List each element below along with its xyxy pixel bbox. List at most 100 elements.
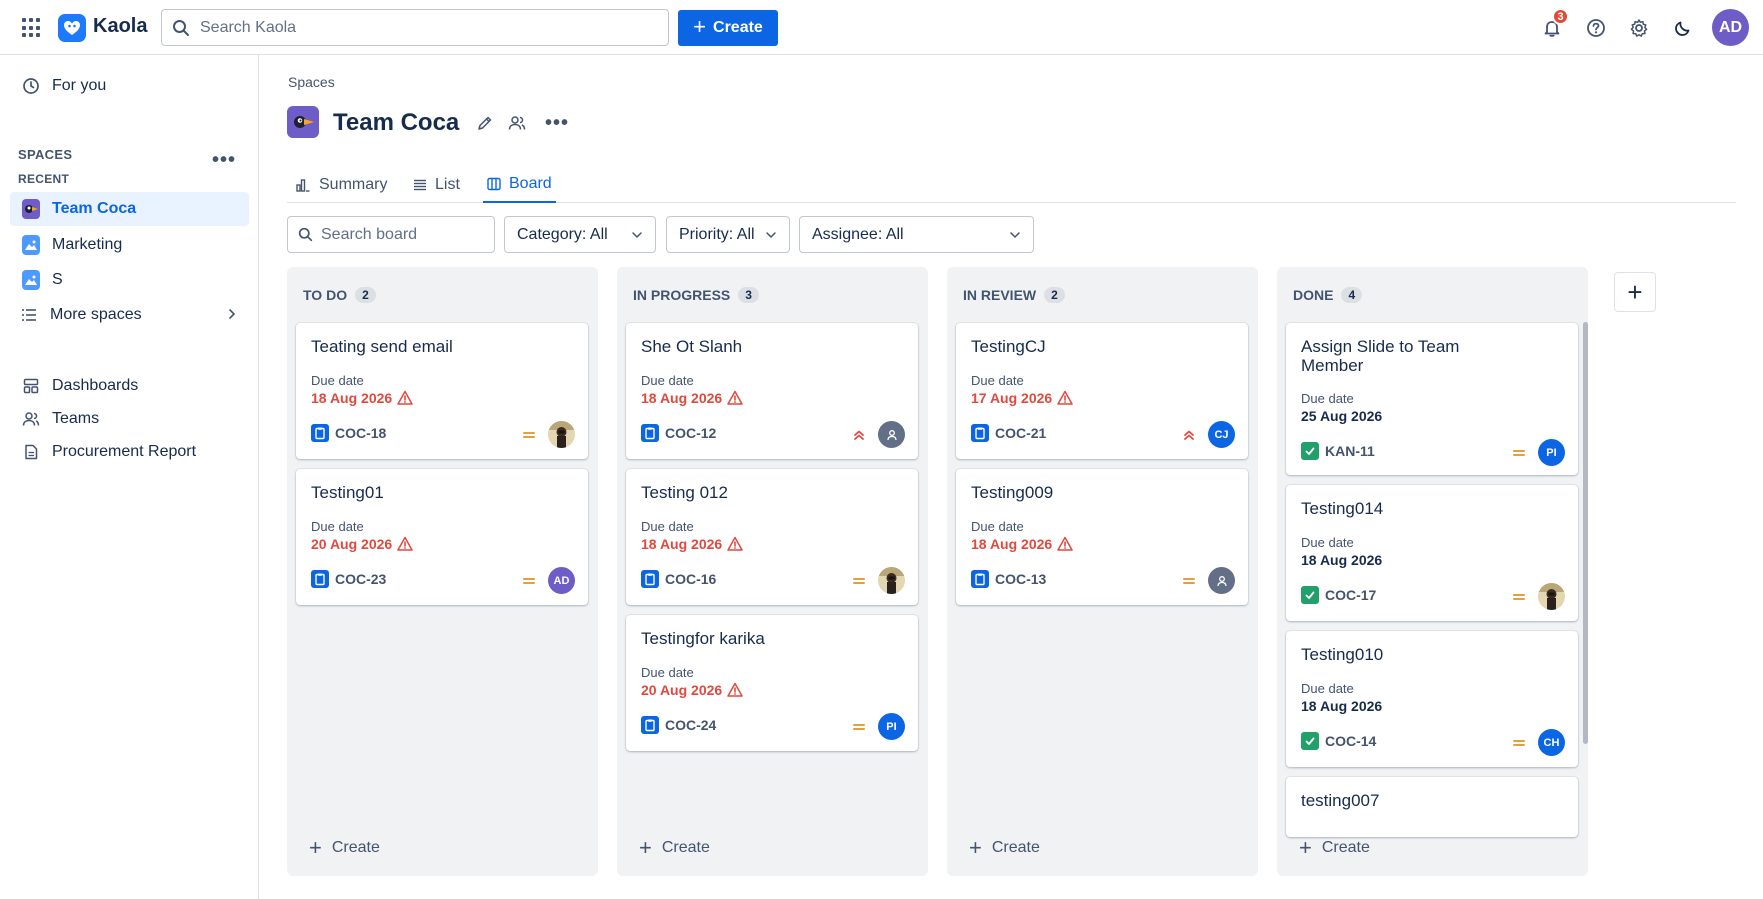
dashboard-icon [22,377,40,395]
edit-title-button[interactable] [474,112,496,134]
more-actions-icon[interactable]: ••• [543,112,571,134]
due-date-label: Due date [971,519,1024,534]
assignee-avatar-photo[interactable] [1538,583,1565,610]
global-search[interactable] [161,9,669,46]
due-date-value: 18 Aug 2026 [641,390,743,406]
priority-high-icon [1182,428,1196,442]
issue-key[interactable]: COC-17 [1301,586,1376,604]
tab-summary[interactable]: Summary [291,166,391,203]
assignee-filter[interactable]: Assignee: All [799,216,1034,253]
unassigned-avatar-icon[interactable] [878,421,905,448]
sidebar-item-dashboards[interactable]: Dashboards [10,369,249,403]
plus-icon: + [639,835,652,860]
due-date-text: 18 Aug 2026 [641,390,723,406]
global-search-input[interactable] [200,18,640,37]
assignee-avatar[interactable]: CJ [1208,421,1235,448]
user-avatar[interactable]: AD [1712,9,1749,46]
tab-list[interactable]: List [409,166,464,203]
issue-key[interactable]: COC-12 [641,424,716,442]
due-date-text: 17 Aug 2026 [971,390,1053,406]
assignee-avatar[interactable]: PI [1538,439,1565,466]
issue-card[interactable]: TestingCJ Due date 17 Aug 2026 COC-21 CJ [956,323,1248,459]
column-create-button[interactable]: + Create [309,837,380,859]
done-column-scrollbar[interactable] [1583,322,1588,744]
chart-icon [296,178,310,192]
sidebar-item-s[interactable]: S [10,263,249,297]
issue-card[interactable]: Assign Slide to Team Member Due date 25 Au… [1286,323,1578,475]
assignee-avatar[interactable]: CH [1538,729,1565,756]
tab-board[interactable]: Board [483,166,556,203]
card-title: Testing010 [1301,645,1384,664]
issue-card[interactable]: Testing01 Due date 20 Aug 2026 COC-23 AD [296,469,588,605]
sidebar-item-label: S [52,271,63,288]
sidebar-item-teams[interactable]: Teams [10,402,249,436]
due-date-label: Due date [1301,535,1354,550]
issue-card[interactable]: She Ot Slanh Due date 18 Aug 2026 COC-12 [626,323,918,459]
create-button[interactable]: + Create [678,10,778,46]
plus-icon: + [693,14,707,39]
issue-key[interactable]: COC-16 [641,570,716,588]
category-filter[interactable]: Category: All [504,216,656,253]
theme-toggle-button[interactable] [1669,14,1697,42]
create-label: Create [331,839,380,856]
due-date-value: 25 Aug 2026 [1301,408,1382,424]
sidebar-item-label: Marketing [52,236,123,253]
column-create-button[interactable]: + Create [1299,837,1370,859]
issue-card[interactable]: Testing010 Due date 18 Aug 2026 COC-14 CH [1286,631,1578,767]
issue-card[interactable]: Teating send email Due date 18 Aug 2026 COC… [296,323,588,459]
breadcrumb[interactable]: Spaces [288,74,335,90]
kaola-logo-icon[interactable] [58,14,86,42]
column-create-button[interactable]: + Create [969,837,1040,859]
people-icon [22,410,40,428]
due-date-label: Due date [1301,681,1354,696]
issue-key[interactable]: COC-23 [311,570,386,588]
notifications-button[interactable]: 3 [1538,8,1569,42]
people-icon [508,116,526,130]
issue-card[interactable]: Testingfor karika Due date 20 Aug 2026 COC-… [626,615,918,751]
issue-key[interactable]: COC-18 [311,424,386,442]
issue-card[interactable]: Testing 012 Due date 18 Aug 2026 COC-16 [626,469,918,605]
priority-medium-icon [852,720,866,734]
spaces-more-icon[interactable]: ••• [212,149,236,172]
issue-key[interactable]: COC-14 [1301,732,1376,750]
assignee-avatar-photo[interactable] [878,567,905,594]
sidebar-item-procurement-report[interactable]: Procurement Report [10,435,249,469]
unassigned-avatar-icon[interactable] [1208,567,1235,594]
assignee-avatar-photo[interactable] [548,421,575,448]
sidebar-item-team-coca[interactable]: Team Coca [10,192,249,226]
due-date-label: Due date [641,665,694,680]
card-title: Testing 012 [641,483,728,502]
board-search-input[interactable] [321,225,481,244]
due-date-text: 20 Aug 2026 [311,536,393,552]
sidebar-item-more-spaces[interactable]: More spaces [10,298,249,332]
issue-key[interactable]: COC-24 [641,716,716,734]
top-navigation-bar: Kaola + Create 3 AD [0,0,1763,55]
toucan-icon [22,199,40,219]
sidebar-item-marketing[interactable]: Marketing [10,228,249,262]
clock-icon [22,77,40,95]
column-create-button[interactable]: + Create [639,837,710,859]
column-header: IN REVIEW 2 [963,287,1065,303]
issue-key[interactable]: KAN-11 [1301,442,1375,460]
assignee-avatar[interactable]: PI [878,713,905,740]
settings-button[interactable] [1625,14,1653,42]
issue-card[interactable]: testing007 [1286,777,1578,837]
members-button[interactable] [506,112,528,134]
board-search[interactable] [287,216,495,253]
add-column-button[interactable]: + [1614,272,1656,312]
issue-card[interactable]: Testing014 Due date 18 Aug 2026 COC-17 [1286,485,1578,621]
sidebar-item-for-you[interactable]: For you [10,69,249,103]
issue-key[interactable]: COC-13 [971,570,1046,588]
board-column: IN PROGRESS 3 She Ot Slanh Due date 18 Aug 2… [617,267,928,876]
due-date-text: 20 Aug 2026 [641,682,723,698]
issue-key-text: COC-16 [665,571,717,587]
document-icon [22,443,40,461]
due-date-text: 18 Aug 2026 [1301,698,1383,714]
assignee-avatar[interactable]: AD [548,567,575,594]
help-button[interactable] [1582,14,1610,42]
issue-key[interactable]: COC-21 [971,424,1046,442]
app-switcher-icon[interactable] [22,18,42,38]
priority-filter[interactable]: Priority: All [666,216,790,253]
issue-card[interactable]: Testing009 Due date 18 Aug 2026 COC-13 [956,469,1248,605]
app-name[interactable]: Kaola [93,15,147,38]
